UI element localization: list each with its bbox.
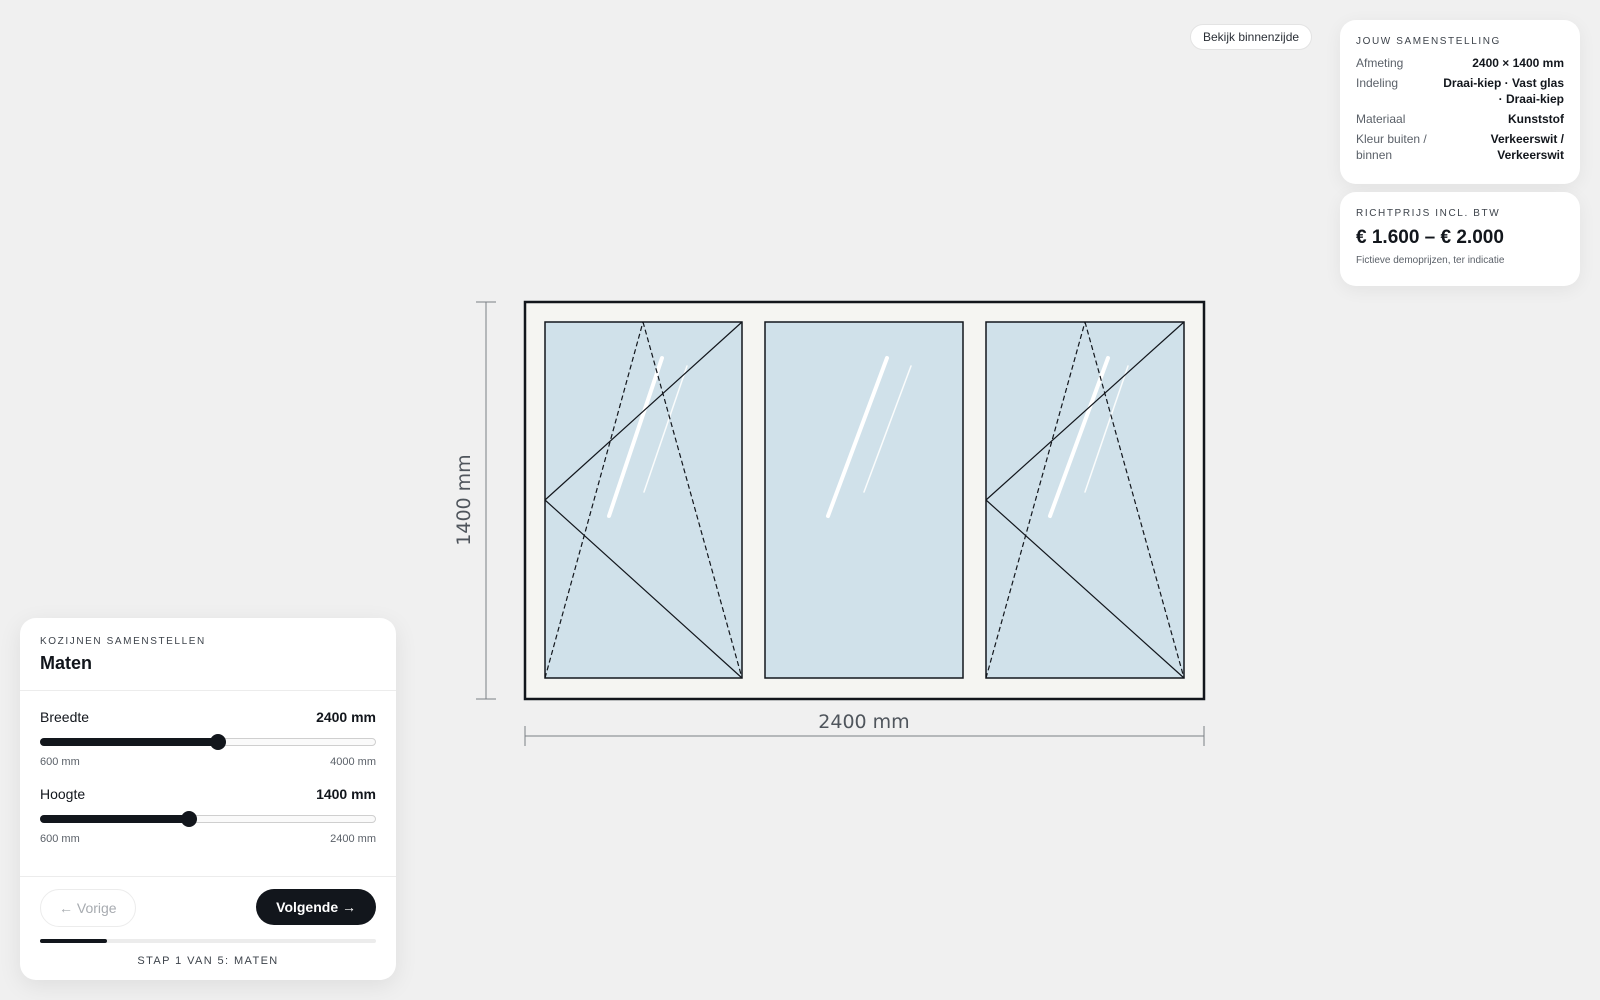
width-min-label: 600 mm <box>40 756 80 768</box>
next-button[interactable]: Volgende → <box>256 889 376 925</box>
spec-row-size: Afmeting 2400 × 1400 mm <box>1356 55 1564 71</box>
sash-left-turn-tilt <box>544 321 743 679</box>
sash-right-turn-tilt <box>985 321 1185 679</box>
height-label: 1400 mm <box>453 454 475 545</box>
height-min-label: 600 mm <box>40 833 80 845</box>
height-dimension <box>476 301 496 700</box>
height-field: Hoogte 1400 mm 600 mm 2400 mm <box>40 786 376 845</box>
previous-button[interactable]: ← Vorige <box>40 889 136 927</box>
panel-body: Breedte 2400 mm 600 mm 4000 mm Hoogte 14… <box>20 691 396 845</box>
panel-footer: ← Vorige Volgende → STAP 1 VAN 5: MATEN <box>20 876 396 967</box>
step-progress-fill <box>40 939 108 943</box>
price-value: € 1.600 – € 2.000 <box>1356 227 1504 248</box>
slider-thumb[interactable] <box>209 734 226 750</box>
spec-value: Draai-kiep · Vast glas · Draai-kiep <box>1443 76 1564 106</box>
price-card: RICHTPRIJS INCL. BTW € 1.600 – € 2.000 F… <box>1340 192 1580 286</box>
height-slider[interactable] <box>40 811 376 827</box>
width-label: Breedte <box>40 709 90 725</box>
configuration-summary-card: JOUW SAMENSTELLING Afmeting 2400 × 1400 … <box>1340 20 1580 184</box>
spec-value: Kunststof <box>1508 112 1564 126</box>
slider-fill <box>40 738 218 746</box>
step-progress-bar <box>40 939 376 943</box>
height-label: Hoogte <box>40 786 86 802</box>
height-max-label: 2400 mm <box>330 833 376 845</box>
height-value: 1400 mm <box>316 786 376 802</box>
slider-thumb[interactable] <box>181 811 198 827</box>
view-inside-button[interactable]: Bekijk binnenzijde <box>1190 24 1313 50</box>
spec-key: Kleur buiten / binnen <box>1356 132 1427 162</box>
width-field: Breedte 2400 mm 600 mm 4000 mm <box>40 709 376 768</box>
window-frame <box>523 300 1206 701</box>
spec-key: Afmeting <box>1356 56 1404 70</box>
spec-row-color: Kleur buiten / binnen Verkeerswit / Verk… <box>1356 131 1564 163</box>
spec-value: Verkeerswit / Verkeerswit <box>1490 132 1564 162</box>
width-dimension <box>524 726 1205 746</box>
spec-key: Materiaal <box>1356 112 1406 126</box>
spec-row-layout: Indeling Draai-kiep · Vast glas · Draai-… <box>1356 75 1564 107</box>
step-label: STAP 1 VAN 5: MATEN <box>137 955 279 967</box>
panel-header: KOZIJNEN SAMENSTELLEN Maten <box>20 618 396 691</box>
spec-value: 2400 × 1400 mm <box>1472 56 1564 70</box>
width-slider[interactable] <box>40 734 376 750</box>
sash-fixed-glass <box>764 321 964 679</box>
panel-eyebrow: KOZIJNEN SAMENSTELLEN <box>40 636 206 647</box>
price-note: Fictieve demoprijzen, ter indicatie <box>1356 255 1505 266</box>
width-value: 2400 mm <box>316 709 376 725</box>
spec-row-material: Materiaal Kunststof <box>1356 111 1564 127</box>
configurator-panel: KOZIJNEN SAMENSTELLEN Maten Breedte 2400… <box>20 618 396 980</box>
width-label: 2400 mm <box>818 711 909 733</box>
panel-title: Maten <box>40 653 93 673</box>
slider-fill <box>40 815 190 823</box>
price-heading: RICHTPRIJS INCL. BTW <box>1356 208 1501 219</box>
summary-heading: JOUW SAMENSTELLING <box>1356 36 1501 47</box>
width-max-label: 4000 mm <box>330 756 376 768</box>
spec-key: Indeling <box>1356 76 1399 90</box>
